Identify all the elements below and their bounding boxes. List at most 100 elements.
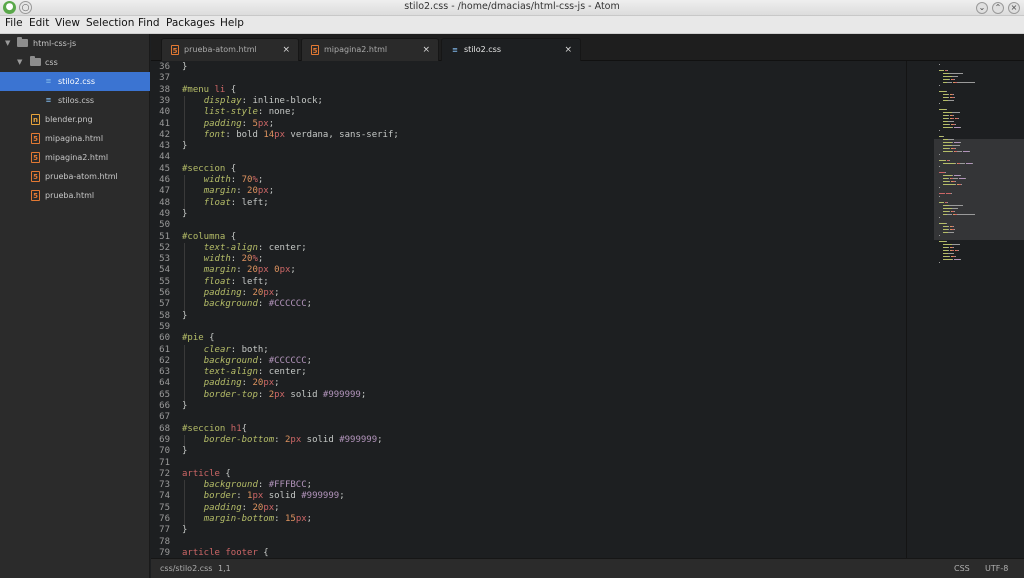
grammar-selector[interactable]: CSS: [954, 559, 970, 578]
code-token: px: [263, 502, 275, 513]
minimap-line: [946, 223, 947, 224]
code-line[interactable]: margin-bottom: 15px;: [182, 514, 312, 525]
close-icon[interactable]: ×: [422, 39, 430, 61]
menu-packages[interactable]: Packages: [166, 17, 215, 29]
code-editor[interactable]: 36 37 38 39 40 41 42 43 44 45 46 47 48 49 50 51 52 53 54 55…: [151, 61, 906, 558]
code-line[interactable]: display: inline-block;: [182, 96, 323, 107]
line-number: 43: [159, 141, 170, 152]
code-line[interactable]: #columna {: [182, 232, 236, 243]
minimap-line: [939, 154, 940, 155]
tree-file-stilo2[interactable]: ≡ stilo2.css: [0, 72, 150, 91]
code-line[interactable]: width: 70%;: [182, 175, 264, 186]
minimap-line: [946, 109, 947, 110]
code-line[interactable]: border-top: 2px solid #999999;: [182, 389, 367, 401]
menu-view[interactable]: View: [55, 17, 80, 29]
code-line[interactable]: #seccion {: [182, 164, 236, 175]
code-line[interactable]: article {: [182, 469, 231, 480]
line-number: 69: [159, 434, 170, 445]
html-file-icon: 5: [31, 171, 40, 182]
code-line[interactable]: }: [182, 209, 187, 220]
code-line[interactable]: background: #FFFBCC;: [182, 480, 312, 491]
minimap-line: [943, 76, 952, 77]
tree-file-mipagina2[interactable]: 5 mipagina2.html: [0, 148, 150, 167]
minimap-line: [952, 76, 958, 77]
chevron-down-icon[interactable]: ▼: [17, 53, 22, 72]
tree-folder-root[interactable]: ▼ html-css-js: [0, 34, 150, 53]
code-line[interactable]: clear: both;: [182, 345, 269, 356]
code-line[interactable]: list-style: none;: [182, 107, 296, 118]
code-token: :: [274, 434, 285, 445]
code-line[interactable]: margin: 20px 0px;: [182, 265, 296, 276]
minimize-icon[interactable]: ⌄: [976, 2, 988, 14]
code-line[interactable]: padding: 20px;: [182, 378, 280, 389]
code-line[interactable]: padding: 20px;: [182, 288, 280, 299]
line-number: 40: [159, 107, 170, 118]
line-number: 79: [159, 547, 170, 558]
tree-file-blender[interactable]: n blender.png: [0, 110, 150, 129]
maximize-icon[interactable]: ⌃: [992, 2, 1004, 14]
code-token: : center;: [257, 242, 307, 253]
code-line[interactable]: border: 1px solid #999999;: [182, 491, 345, 502]
code-line[interactable]: }: [182, 141, 187, 152]
line-number: 42: [159, 129, 170, 140]
menu-file[interactable]: File: [5, 17, 23, 29]
line-number: 62: [159, 355, 170, 366]
code-line[interactable]: #seccion h1{: [182, 424, 247, 435]
menu-help[interactable]: Help: [220, 17, 244, 29]
code-token: display: [203, 95, 242, 106]
css-file-icon: ≡: [45, 96, 52, 104]
code-line[interactable]: float: left;: [182, 277, 269, 288]
encoding-selector[interactable]: UTF-8: [985, 559, 1008, 578]
code-line[interactable]: padding: 5px;: [182, 119, 274, 130]
minimap-line: [948, 100, 954, 101]
menu-selection[interactable]: Selection: [86, 17, 134, 29]
close-icon[interactable]: ×: [1008, 2, 1020, 14]
code-line[interactable]: margin: 20px;: [182, 186, 274, 197]
minimap-line: [939, 217, 940, 218]
tree-file-prueba[interactable]: 5 prueba.html: [0, 186, 150, 205]
tree-file-mipagina[interactable]: 5 mipagina.html: [0, 129, 150, 148]
code-token: px: [274, 389, 285, 400]
code-line[interactable]: font: bold 14px verdana, sans-serif;: [182, 130, 399, 141]
chevron-down-icon[interactable]: ▼: [5, 34, 10, 53]
code-token: }: [182, 401, 188, 411]
close-icon[interactable]: ×: [282, 39, 290, 61]
menu-find[interactable]: Find: [138, 17, 160, 29]
code-token: ;: [290, 265, 296, 276]
code-line[interactable]: float: left;: [182, 198, 269, 209]
code-line[interactable]: }: [182, 311, 187, 322]
code-line[interactable]: text-align: center;: [182, 367, 307, 378]
code-line[interactable]: #pie {: [182, 333, 215, 344]
code-line[interactable]: }: [182, 401, 187, 412]
line-number: 56: [159, 288, 170, 298]
code-line[interactable]: #menu li {: [182, 85, 236, 96]
tab-prueba-atom[interactable]: 5 prueba-atom.html ×: [161, 38, 299, 61]
file-path[interactable]: css/stilo2.css: [160, 559, 212, 578]
close-icon[interactable]: ×: [564, 39, 572, 61]
minimap-line: [953, 115, 954, 116]
tree-folder-css[interactable]: ▼ css: [0, 53, 150, 72]
code-line[interactable]: border-bottom: 2px solid #999999;: [182, 435, 383, 446]
minimap-viewport[interactable]: [934, 139, 1024, 240]
minimap-line: [960, 175, 961, 176]
tab-mipagina2[interactable]: 5 mipagina2.html ×: [301, 38, 439, 61]
line-number: 53: [159, 254, 170, 265]
line-number: 68: [159, 423, 170, 434]
code-line[interactable]: }: [182, 446, 187, 457]
minimap[interactable]: [906, 61, 1024, 558]
tree-file-stilos[interactable]: ≡ stilos.css: [0, 91, 150, 110]
code-line[interactable]: article footer {: [182, 548, 269, 558]
minimap-line: [952, 118, 954, 119]
code-line[interactable]: }: [182, 62, 187, 73]
code-line[interactable]: width: 20%;: [182, 254, 264, 265]
menu-edit[interactable]: Edit: [29, 17, 49, 29]
cursor-position[interactable]: 1,1: [218, 559, 231, 578]
tab-stilo2[interactable]: ≡ stilo2.css ×: [441, 38, 581, 62]
code-line[interactable]: text-align: center;: [182, 243, 307, 254]
code-line[interactable]: background: #CCCCCC;: [182, 356, 312, 367]
code-line[interactable]: }: [182, 525, 187, 536]
code-line[interactable]: padding: 20px;: [182, 503, 280, 514]
tree-file-prueba-atom[interactable]: 5 prueba-atom.html: [0, 167, 150, 186]
code-line[interactable]: background: #CCCCCC;: [182, 299, 312, 310]
minimap-line: [943, 163, 955, 164]
